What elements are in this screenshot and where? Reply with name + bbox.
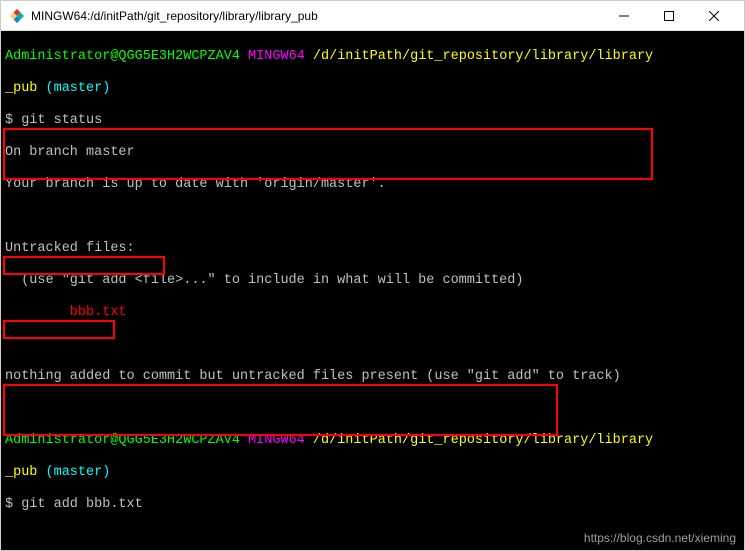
window-title: MINGW64:/d/initPath/git_repository/libra… bbox=[31, 9, 601, 23]
prompt-line: Administrator@QGG5E3H2WCPZAV4 MINGW64 /d… bbox=[5, 433, 740, 449]
command-line: $ git status bbox=[5, 113, 740, 129]
blank-line bbox=[5, 401, 740, 417]
terminal-area[interactable]: Administrator@QGG5E3H2WCPZAV4 MINGW64 /d… bbox=[1, 31, 744, 550]
prompt-line: Administrator@QGG5E3H2WCPZAV4 MINGW64 /d… bbox=[5, 49, 740, 65]
blank-line bbox=[5, 529, 740, 545]
minimize-button[interactable] bbox=[601, 2, 646, 30]
mingw-icon bbox=[9, 8, 25, 24]
prompt-line: _pub (master) bbox=[5, 465, 740, 481]
untracked-file: bbb.txt bbox=[5, 305, 740, 321]
window-titlebar: MINGW64:/d/initPath/git_repository/libra… bbox=[1, 1, 744, 31]
maximize-button[interactable] bbox=[646, 2, 691, 30]
close-button[interactable] bbox=[691, 2, 736, 30]
output-line: Untracked files: bbox=[5, 241, 740, 257]
output-line: (use "git add <file>..." to include in w… bbox=[5, 273, 740, 289]
output-line: nothing added to commit but untracked fi… bbox=[5, 369, 740, 385]
output-line: Your branch is up to date with 'origin/m… bbox=[5, 177, 740, 193]
output-line: On branch master bbox=[5, 145, 740, 161]
window-controls bbox=[601, 2, 736, 30]
prompt-line: _pub (master) bbox=[5, 81, 740, 97]
command-line: $ git add bbb.txt bbox=[5, 497, 740, 513]
blank-line bbox=[5, 337, 740, 353]
blank-line bbox=[5, 209, 740, 225]
